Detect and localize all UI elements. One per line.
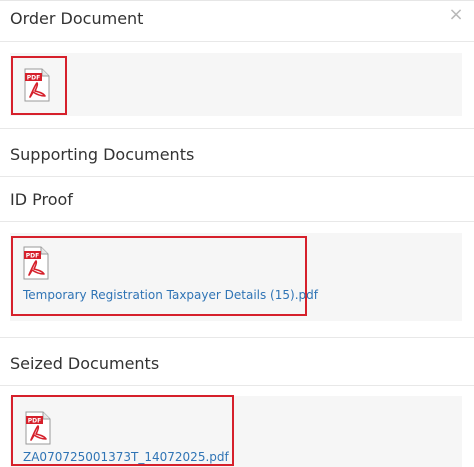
svg-text:PDF: PDF [27,75,40,82]
svg-text:PDF: PDF [28,418,41,425]
document-modal: Order Document × PDF Supporting Document… [0,0,474,467]
close-icon[interactable]: × [448,6,464,24]
divider [0,337,474,338]
order-document-file[interactable]: PDF [11,56,67,115]
svg-text:PDF: PDF [26,253,39,260]
id-proof-file-link[interactable]: Temporary Registration Taxpayer Details … [23,288,318,303]
pdf-file-icon: PDF [24,68,50,102]
id-proof-file[interactable]: PDF Temporary Registration Taxpayer Deta… [11,236,318,316]
pdf-file-icon: PDF [23,246,49,280]
supporting-documents-title: Supporting Documents [10,145,195,164]
order-document-title: Order Document [10,9,144,28]
seized-documents-title: Seized Documents [10,354,160,373]
id-proof-title: ID Proof [10,190,73,209]
pdf-file-icon: PDF [25,411,51,445]
seized-document-file[interactable]: PDF ZA070725001373T_14072025.pdf [11,395,234,466]
divider [0,176,474,177]
modal-top-border [0,0,474,1]
divider [0,41,474,42]
order-document-area [10,53,462,116]
divider [0,221,474,222]
divider [0,385,474,386]
seized-document-file-link[interactable]: ZA070725001373T_14072025.pdf [23,450,229,465]
divider [0,128,474,129]
